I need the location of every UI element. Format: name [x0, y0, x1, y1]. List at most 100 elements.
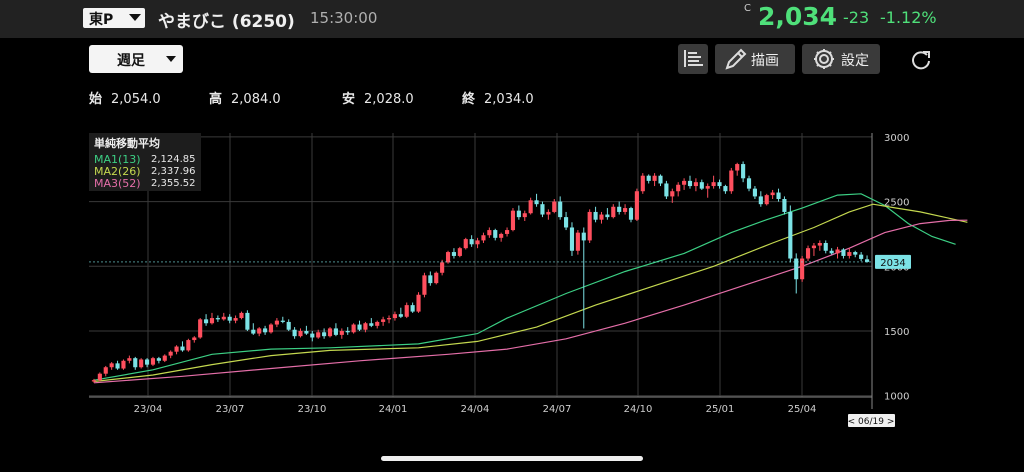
candle-body [91, 380, 97, 382]
candle-body [599, 214, 604, 220]
candle-body [646, 175, 651, 181]
candle-body [693, 182, 698, 187]
candle-body [770, 192, 775, 196]
candle-body [735, 164, 740, 171]
candle-body [463, 239, 468, 249]
x-tick-label: 23/10 [298, 404, 327, 415]
candle-body [522, 213, 527, 218]
x-tick-label: 23/07 [216, 404, 245, 415]
legend-title: 単純移動平均 [94, 137, 160, 150]
ma-legend: 単純移動平均 MA1(13) 2,124.85 MA2(26) 2,337.96… [89, 133, 201, 191]
candle-body [516, 210, 521, 218]
candle-body [457, 248, 462, 256]
candle-body [676, 184, 681, 192]
candle-body [811, 245, 817, 249]
candle-body [723, 186, 728, 192]
candle-body [528, 200, 533, 214]
x-tick-label: 24/07 [543, 404, 572, 415]
candle-body [847, 252, 852, 256]
candle-body [162, 355, 167, 361]
candle-body [487, 230, 492, 236]
x-tick-label: 24/04 [461, 404, 490, 415]
candle-body [658, 175, 663, 184]
legend-ma2-value: 2,337.96 [151, 166, 196, 177]
candle-body [351, 324, 356, 333]
candle-body [634, 191, 639, 220]
candle-body [469, 239, 474, 245]
candle-body [221, 316, 226, 320]
candle-body [540, 204, 545, 215]
candle-body [687, 180, 693, 187]
candle-body [174, 346, 179, 352]
x-tick-label: 25/04 [788, 404, 817, 415]
candle-body [381, 319, 386, 322]
candle-body [546, 211, 551, 215]
candle-body [534, 200, 539, 205]
candle-body [404, 305, 409, 317]
candle-body [257, 328, 262, 334]
y-tick-label: 1500 [884, 327, 909, 338]
candle-body [853, 252, 858, 255]
candle-body [263, 328, 268, 333]
candle-body [510, 210, 516, 231]
candle-body [333, 328, 338, 335]
candle-body [363, 323, 368, 330]
candle-body [611, 206, 616, 218]
candle-body [280, 320, 285, 322]
candle-body [445, 252, 451, 263]
candle-body [339, 331, 344, 335]
candle-body [552, 201, 557, 212]
x-tick-label: 24/01 [379, 404, 408, 415]
candle-body [227, 316, 232, 321]
home-indicator[interactable] [381, 456, 643, 461]
candle-body [97, 373, 102, 381]
candle-body [640, 175, 645, 192]
candle-body [357, 324, 362, 330]
candle-body [422, 275, 427, 295]
candle-body [682, 180, 687, 185]
candle-body [322, 332, 327, 337]
candle-body [286, 321, 291, 330]
candle-body [575, 232, 580, 251]
candle-body [782, 199, 787, 212]
candle-body [186, 340, 191, 351]
y-tick-label: 1000 [884, 392, 909, 403]
candle-body [558, 201, 563, 218]
candle-body [251, 329, 256, 334]
candle-body [564, 217, 569, 228]
candle-body [593, 211, 598, 220]
ma-line-ma226 [93, 203, 968, 383]
candle-body [776, 192, 781, 199]
candle-body [274, 320, 279, 325]
candle-body [398, 314, 403, 317]
price-chart[interactable]: 23/04 23/07 23/10 24/01 24/04 24/07 24/10 25/01… [0, 0, 1024, 472]
candle-body [386, 318, 392, 320]
candle-body [156, 358, 161, 361]
candle-body [239, 312, 244, 319]
candle-body [746, 178, 752, 189]
candle-body [741, 164, 746, 179]
candle-body [835, 249, 840, 254]
candle-body [587, 211, 592, 241]
candle-body [493, 230, 498, 238]
x-tick-label: 23/04 [134, 404, 163, 415]
candle-body [729, 170, 734, 192]
candle-body [292, 329, 297, 337]
candle-body [209, 318, 215, 324]
candle-body [428, 275, 433, 284]
candle-body [192, 337, 197, 341]
candle-body [717, 182, 722, 187]
candle-body [864, 259, 870, 262]
candle-body [758, 196, 763, 205]
candle-body [109, 363, 114, 368]
candle-body [764, 195, 769, 205]
candle-body [617, 206, 622, 212]
candle-body [245, 312, 250, 330]
cursor-date-label: < 06/19 > [848, 417, 895, 427]
legend-ma3-name: MA3(52) [94, 177, 141, 190]
candle-body [670, 191, 675, 197]
candle-body [127, 358, 132, 361]
candle-body [499, 233, 504, 238]
ma-line-ma352 [93, 219, 968, 384]
candle-body [829, 250, 834, 254]
